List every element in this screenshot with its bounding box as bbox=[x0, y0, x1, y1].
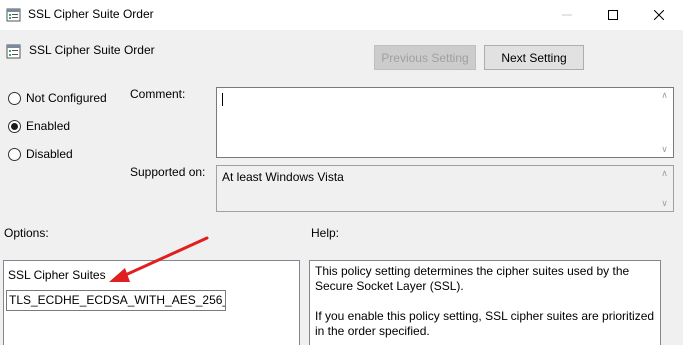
scroll-down-icon[interactable]: ∨ bbox=[661, 144, 668, 155]
previous-setting-button[interactable]: Previous Setting bbox=[374, 45, 476, 70]
policy-settings-icon bbox=[6, 8, 21, 22]
minimize-icon bbox=[562, 14, 572, 16]
help-panel: This policy setting determines the ciphe… bbox=[309, 260, 661, 345]
close-icon bbox=[654, 10, 664, 20]
minimize-button[interactable] bbox=[544, 0, 590, 30]
next-setting-button[interactable]: Next Setting bbox=[484, 45, 584, 70]
help-paragraph: This policy setting determines the ciphe… bbox=[315, 264, 630, 293]
radio-not-configured[interactable]: Not Configured bbox=[8, 91, 107, 105]
maximize-button[interactable] bbox=[590, 0, 636, 30]
comment-textarea[interactable]: ∧ ∨ bbox=[216, 87, 674, 158]
comment-label: Comment: bbox=[130, 87, 186, 101]
scroll-up-icon[interactable]: ∧ bbox=[661, 90, 668, 101]
radio-label: Not Configured bbox=[26, 91, 107, 105]
scroll-up-icon[interactable]: ∧ bbox=[661, 168, 668, 179]
radio-enabled[interactable]: Enabled bbox=[8, 119, 70, 133]
radio-disabled[interactable]: Disabled bbox=[8, 147, 73, 161]
scroll-down-icon[interactable]: ∨ bbox=[661, 198, 668, 209]
supported-scrollbar[interactable]: ∧ ∨ bbox=[656, 166, 673, 211]
annotation-arrow bbox=[109, 236, 209, 282]
radio-label: Disabled bbox=[26, 147, 73, 161]
maximize-icon bbox=[608, 10, 618, 20]
help-paragraph: If you enable this policy setting, SSL c… bbox=[315, 309, 655, 338]
setting-title: SSL Cipher Suite Order bbox=[29, 43, 155, 57]
window-title: SSL Cipher Suite Order bbox=[28, 7, 154, 21]
help-text: This policy setting determines the ciphe… bbox=[315, 264, 655, 345]
comment-scrollbar[interactable]: ∧ ∨ bbox=[656, 88, 673, 157]
supported-on-box: At least Windows Vista ∧ ∨ bbox=[216, 165, 674, 212]
radio-circle[interactable] bbox=[8, 119, 21, 133]
close-button[interactable] bbox=[636, 0, 682, 30]
ssl-cipher-suites-input[interactable]: TLS_ECDHE_ECDSA_WITH_AES_256_GCM bbox=[6, 290, 226, 311]
help-label: Help: bbox=[311, 226, 340, 240]
supported-on-value: At least Windows Vista bbox=[222, 170, 344, 184]
radio-label: Enabled bbox=[26, 119, 71, 133]
radio-circle[interactable] bbox=[8, 147, 21, 161]
setting-icon bbox=[6, 44, 21, 59]
ssl-cipher-suites-label: SSL Cipher Suites bbox=[8, 268, 106, 282]
radio-circle[interactable] bbox=[8, 91, 21, 105]
supported-on-label: Supported on: bbox=[130, 165, 206, 179]
options-label: Options: bbox=[4, 226, 49, 240]
text-caret bbox=[222, 93, 223, 106]
